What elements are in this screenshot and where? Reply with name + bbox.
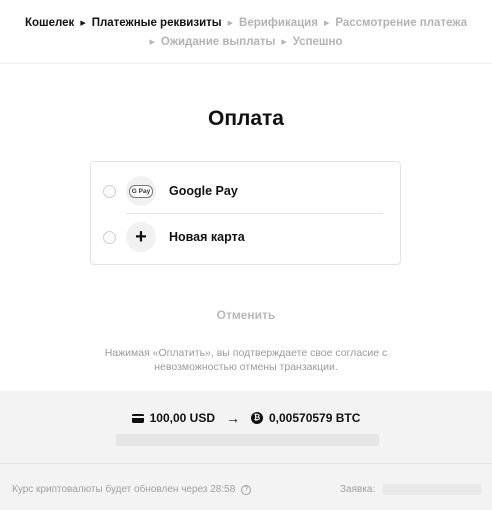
credit-card-icon [131,413,144,423]
breadcrumb-arrow-icon: ▶ [80,20,86,27]
arrow-right-icon: → [225,410,240,426]
order-id-redacted [383,484,481,495]
header-divider [0,63,492,64]
rate-update-text: Курс криптовалюты будет обновлен через 2… [12,484,236,495]
new-card-label: Новая карта [169,230,245,244]
breadcrumb-arrow-icon: ▶ [281,39,287,46]
google-pay-label: Google Pay [169,184,238,198]
breadcrumb-step-success: Успешно [292,36,343,48]
cancel-button[interactable]: Отменить [0,308,492,322]
to-amount: 0,00570579 BTC [268,411,361,425]
breadcrumb-row-1: Кошелек ▶ Платежные реквизиты ▶ Верифика… [0,14,492,33]
rate-update-note: Курс криптовалюты будет обновлен через 2… [12,484,252,495]
google-pay-icon: G Pay [126,176,156,206]
conversion-row: 100,00 USD → ₿ 0,00570579 BTC [0,410,492,426]
wallet-address-redacted [116,434,379,446]
breadcrumb-arrow-icon: ▶ [149,39,155,46]
breadcrumb: Кошелек ▶ Платежные реквизиты ▶ Верифика… [0,14,492,52]
plus-glyph: + [135,226,147,248]
disclaimer-line-2: невозможностью отмены транзакции. [154,360,338,373]
order-label: Заявка: [340,484,376,495]
google-pay-badge: G Pay [129,184,153,198]
payment-method-google-pay[interactable]: G Pay Google Pay [91,168,400,214]
disclaimer-text: Нажимая «Оплатить», вы подтверждаете сво… [0,347,492,374]
plus-icon: + [126,222,156,252]
disclaimer-line-1: Нажимая «Оплатить», вы подтверждаете сво… [104,347,388,359]
payment-method-new-card[interactable]: + Новая карта [91,214,400,260]
bitcoin-icon: ₿ [250,412,263,424]
breadcrumb-step-review: Рассмотрение платежа [335,17,468,29]
summary-divider [0,463,492,464]
breadcrumb-step-wallet: Кошелек [24,17,75,29]
breadcrumb-step-payment-details: Платежные реквизиты [91,17,222,29]
payment-summary: 100,00 USD → ₿ 0,00570579 BTC Курс крипт… [0,391,492,510]
breadcrumb-step-awaiting-payout: Ожидание выплаты [160,36,276,48]
from-amount: 100,00 USD [149,411,215,425]
breadcrumb-arrow-icon: ▶ [323,20,330,27]
new-card-radio[interactable] [103,230,116,244]
breadcrumb-row-2: ▶ Ожидание выплаты ▶ Успешно [0,33,492,52]
payment-methods-list: G Pay Google Pay + Новая карта [90,161,401,265]
page-title: Оплата [207,107,284,130]
help-icon[interactable]: ? [241,484,252,495]
breadcrumb-step-verification: Верификация [239,17,318,29]
google-pay-radio[interactable] [103,184,116,198]
breadcrumb-arrow-icon: ▶ [227,20,234,27]
